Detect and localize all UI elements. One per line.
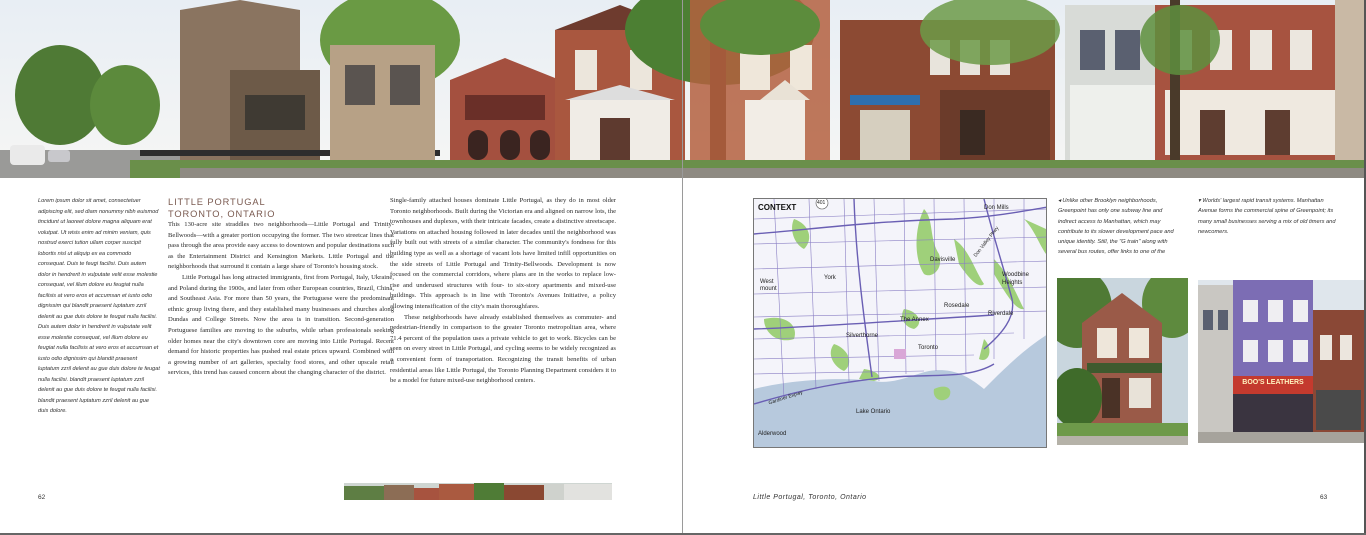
- running-footer: Little Portugal, Toronto, Ontario: [753, 494, 867, 501]
- map-label: Rosedale: [944, 303, 970, 309]
- map-label: Davisville: [930, 257, 956, 263]
- paragraph: Little Portugal has long attracted immig…: [168, 273, 394, 377]
- map-label: Don Mills: [984, 205, 1009, 211]
- paragraph: Single-family attached houses dominate L…: [390, 197, 616, 310]
- book-spread: Lorem ipsum dolor sit amet, consectetuer…: [0, 0, 1366, 535]
- map-title: CONTEXT: [758, 203, 797, 212]
- heading-title: LITTLE PORTUGAL: [168, 197, 266, 207]
- panorama-thumbnail: [344, 483, 612, 500]
- body-column-1: This 130-acre site straddles two neighbo…: [168, 220, 394, 379]
- paragraph: These neighborhoods have already establi…: [390, 313, 616, 385]
- page-gutter: [682, 0, 683, 535]
- map-label: The Annex: [900, 317, 929, 323]
- streetscape-panorama: [0, 0, 1366, 178]
- map-label: York: [824, 275, 836, 281]
- paragraph: This 130-acre site straddles two neighbo…: [168, 221, 394, 271]
- heading-location: TORONTO, ONTARIO: [168, 209, 276, 219]
- storefront-photo: BOO'S LEATHERS: [1198, 280, 1364, 443]
- photo-caption-1: ◂ Unlike other Brooklyn neighborhoods, G…: [1058, 198, 1174, 256]
- map-label: Lake Ontario: [856, 409, 891, 415]
- map-label: Riverdale: [988, 311, 1014, 317]
- section-heading: LITTLE PORTUGAL TORONTO, ONTARIO: [168, 196, 398, 220]
- map-label: Alderwood: [758, 431, 787, 437]
- page-number-right: 63: [1320, 494, 1328, 501]
- photo-caption-2: ▾ Worlds' largest rapid transit systems.…: [1198, 198, 1336, 235]
- sidebar-placeholder-text: Lorem ipsum dolor sit amet, consectetuer…: [38, 198, 160, 414]
- storefront-sign: BOO'S LEATHERS: [1242, 379, 1304, 386]
- map-label: Silverthorne: [846, 333, 879, 339]
- context-map: CONTEXT 401 Don Mills Davisville York We…: [753, 198, 1047, 448]
- map-label: West mount: [760, 279, 777, 292]
- body-column-2: Single-family attached houses dominate L…: [390, 196, 616, 387]
- map-label: Toronto: [918, 345, 939, 351]
- page-number-left: 62: [38, 494, 46, 501]
- house-photo: [1057, 278, 1188, 445]
- highway-shield: 401: [817, 200, 826, 206]
- map-label: Woodbine Heights: [1002, 272, 1029, 286]
